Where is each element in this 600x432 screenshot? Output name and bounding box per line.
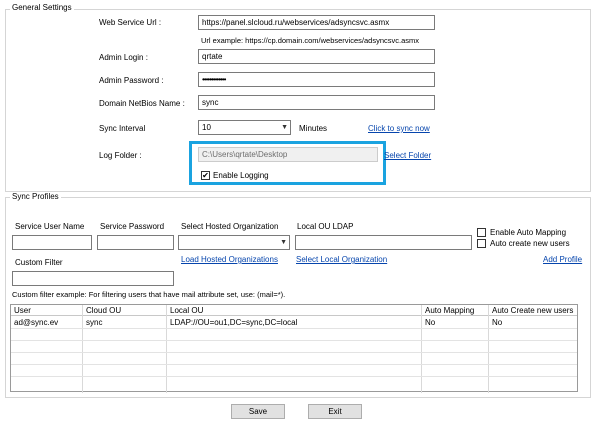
enable-auto-mapping-label: Enable Auto Mapping (490, 228, 567, 237)
enable-auto-mapping-checkbox[interactable] (477, 228, 486, 237)
url-example-text: Url example: https://cp.domain.com/webse… (201, 36, 419, 45)
column-header-user[interactable]: User (11, 305, 31, 316)
sync-interval-value: 10 (202, 123, 211, 132)
enable-logging-checkbox[interactable]: ✔ (201, 171, 210, 180)
hosted-org-label: Select Hosted Organization (181, 222, 279, 231)
save-button[interactable]: Save (231, 404, 285, 419)
load-hosted-orgs-link[interactable]: Load Hosted Organizations (181, 255, 278, 265)
exit-button[interactable]: Exit (308, 404, 362, 419)
column-header-local-ou[interactable]: Local OU (167, 305, 203, 316)
service-user-input[interactable] (12, 235, 92, 250)
netbios-input[interactable]: sync (198, 95, 435, 110)
add-profile-link[interactable]: Add Profile (543, 255, 582, 265)
netbios-label: Domain NetBios Name : (99, 99, 185, 108)
sync-interval-select[interactable]: 10 ▼ (198, 120, 291, 135)
admin-login-label: Admin Login : (99, 53, 148, 62)
select-folder-link[interactable]: Select Folder (384, 151, 431, 161)
custom-filter-input[interactable] (12, 271, 174, 286)
chevron-down-icon: ▼ (281, 124, 288, 131)
sync-interval-label: Sync Interval (99, 124, 146, 133)
minutes-label: Minutes (299, 124, 328, 133)
table-row-user[interactable]: ad@sync.ev (11, 317, 58, 328)
select-local-org-link[interactable]: Select Local Organization (296, 255, 387, 265)
hosted-org-select[interactable]: ▼ (178, 235, 290, 250)
click-to-sync-link[interactable]: Click to sync now (368, 124, 430, 134)
table-row-auto-mapping[interactable]: No (422, 317, 435, 328)
service-password-input[interactable] (97, 235, 174, 250)
log-folder-label: Log Folder : (99, 151, 142, 160)
web-service-url-input[interactable]: https://panel.slcloud.ru/webservices/ads… (198, 15, 435, 30)
custom-filter-label: Custom Filter (15, 258, 63, 267)
table-row-local-ou[interactable]: LDAP://OU=ou1,DC=sync,DC=local (167, 317, 297, 328)
admin-login-input[interactable]: qrtate (198, 49, 435, 64)
chevron-down-icon: ▼ (280, 239, 287, 246)
service-password-label: Service Password (100, 222, 165, 231)
table-row-auto-create[interactable]: No (489, 317, 502, 328)
column-header-cloud-ou[interactable]: Cloud OU (83, 305, 121, 316)
filter-example-text: Custom filter example: For filtering use… (12, 290, 286, 299)
general-settings-title: General Settings (10, 3, 74, 13)
log-folder-input[interactable]: C:\Users\qrtate\Desktop (198, 147, 378, 162)
web-service-url-label: Web Service Url : (99, 18, 162, 27)
column-header-auto-mapping[interactable]: Auto Mapping (422, 305, 474, 316)
admin-password-label: Admin Password : (99, 76, 164, 85)
admin-password-input[interactable]: ••••••••••••• (198, 72, 435, 87)
profiles-table[interactable]: User Cloud OU Local OU Auto Mapping Auto… (10, 304, 578, 393)
enable-logging-label: Enable Logging (213, 171, 269, 180)
table-row-cloud-ou[interactable]: sync (83, 317, 102, 328)
sync-profiles-title: Sync Profiles (10, 192, 61, 202)
auto-create-users-checkbox[interactable] (477, 239, 486, 248)
auto-create-users-label: Auto create new users (490, 239, 570, 248)
local-ou-input[interactable] (295, 235, 472, 250)
service-user-label: Service User Name (15, 222, 85, 231)
column-header-auto-create[interactable]: Auto Create new users (489, 305, 573, 316)
local-ou-label: Local OU LDAP (297, 222, 354, 231)
